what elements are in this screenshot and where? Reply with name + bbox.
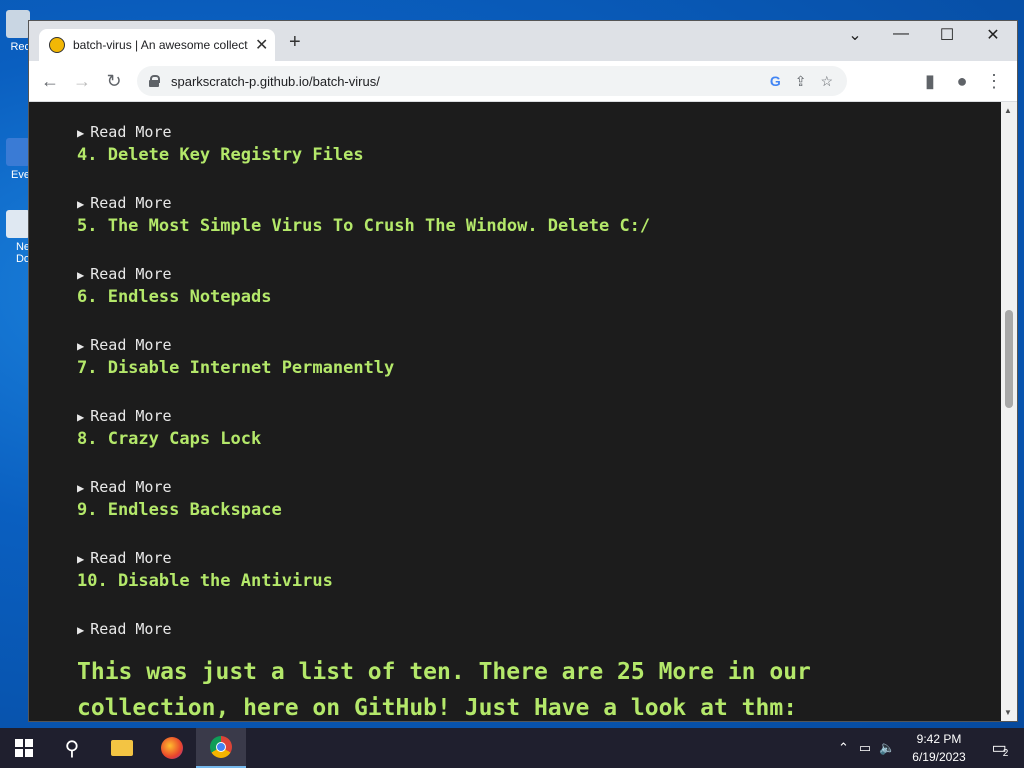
windows-logo-icon: [15, 739, 33, 757]
firefox-icon: [161, 737, 183, 759]
collection-footer-text: This was just a list of ten. There are 2…: [77, 659, 811, 721]
list-item-title: 10. Disable the Antivirus: [77, 571, 333, 591]
minimize-button[interactable]: —: [889, 25, 913, 43]
read-more-toggle[interactable]: ▶ Read More: [77, 193, 172, 212]
disclosure-triangle-icon: ▶: [77, 623, 85, 637]
side-panel-icon[interactable]: ▮: [919, 71, 941, 92]
disclosure-triangle-icon: ▶: [77, 552, 85, 566]
search-button[interactable]: ⚲: [48, 728, 96, 768]
scroll-down-icon[interactable]: ▼: [1004, 708, 1012, 717]
list-item-title: 6. Endless Notepads: [77, 287, 272, 307]
bookmark-star-icon[interactable]: ☆: [820, 73, 833, 90]
clock-date: 6/19/2023: [912, 750, 966, 764]
new-tab-button[interactable]: +: [289, 31, 301, 54]
read-more-toggle[interactable]: ▶ Read More: [77, 406, 172, 425]
list-item-title: 4. Delete Key Registry Files: [77, 145, 364, 165]
read-more-toggle[interactable]: ▶ Read More: [77, 122, 172, 141]
read-more-toggle[interactable]: ▶ Read More: [77, 548, 172, 567]
back-icon[interactable]: ←: [39, 71, 61, 92]
tab-search-icon[interactable]: ⌄: [843, 25, 867, 45]
clock-time: 9:42 PM: [916, 732, 962, 746]
url-text[interactable]: sparkscratch-p.github.io/batch-virus/: [171, 74, 770, 89]
share-icon[interactable]: ⇪: [795, 73, 807, 90]
notification-center-button[interactable]: ▭ 2: [980, 728, 1020, 768]
tab-batch-virus[interactable]: batch-virus | An awesome collect ✕: [39, 29, 275, 61]
list-item-title: 9. Endless Backspace: [77, 500, 282, 520]
forward-icon[interactable]: →: [71, 71, 93, 92]
disclosure-triangle-icon: ▶: [77, 339, 85, 353]
read-more-toggle[interactable]: ▶ Read More: [77, 619, 172, 638]
reload-icon[interactable]: ↻: [103, 71, 125, 92]
chrome-icon: [210, 736, 232, 758]
firefox-button[interactable]: [148, 728, 196, 768]
volume-muted-icon[interactable]: 🔈: [879, 740, 895, 756]
disclosure-triangle-icon: ▶: [77, 268, 85, 282]
chrome-button[interactable]: [196, 728, 246, 768]
start-button[interactable]: [0, 728, 48, 768]
menu-kebab-icon[interactable]: ⋮: [983, 71, 1005, 92]
disclosure-triangle-icon: ▶: [77, 410, 85, 424]
file-explorer-icon: [111, 740, 133, 756]
disclosure-triangle-icon: ▶: [77, 481, 85, 495]
document-icon[interactable]: Ne Do: [0, 210, 30, 265]
maximize-button[interactable]: ☐: [935, 25, 959, 45]
page-content: ▶ Read More 4. Delete Key Registry Files …: [29, 102, 1001, 721]
search-icon: ⚲: [64, 737, 80, 760]
browser-toolbar: ← → ↻ sparkscratch-p.github.io/batch-vir…: [29, 61, 1017, 102]
profile-avatar-icon[interactable]: ●: [951, 71, 973, 92]
read-more-toggle[interactable]: ▶ Read More: [77, 477, 172, 496]
read-more-toggle[interactable]: ▶ Read More: [77, 264, 172, 283]
taskbar: ⚲ ⌃ ▭ 🔈 9:42 PM 6/19/2023 ▭ 2: [0, 728, 1024, 768]
scrollbar-thumb[interactable]: [1005, 310, 1013, 408]
close-window-button[interactable]: ✕: [981, 25, 1005, 45]
clock[interactable]: 9:42 PM 6/19/2023: [904, 730, 974, 766]
notification-count-badge: 2: [1002, 747, 1009, 759]
page-scrollbar[interactable]: ▲ ▼: [1001, 102, 1017, 721]
tab-title: batch-virus | An awesome collect: [73, 38, 248, 52]
disclosure-triangle-icon: ▶: [77, 197, 85, 211]
browser-window: batch-virus | An awesome collect ✕ + ⌄ —…: [28, 20, 1018, 722]
list-item-title: 7. Disable Internet Permanently: [77, 358, 395, 378]
file-explorer-button[interactable]: [98, 728, 146, 768]
batch-virus-favicon-icon: [49, 37, 65, 53]
disclosure-triangle-icon: ▶: [77, 126, 85, 140]
app-shortcut-icon[interactable]: Eve: [0, 138, 30, 181]
close-tab-icon[interactable]: ✕: [255, 35, 268, 55]
read-more-toggle[interactable]: ▶ Read More: [77, 335, 172, 354]
network-icon[interactable]: ▭: [859, 740, 871, 756]
list-item-title: 5. The Most Simple Virus To Crush The Wi…: [77, 216, 651, 236]
lock-icon[interactable]: [149, 75, 160, 87]
show-hidden-icons-icon[interactable]: ⌃: [838, 740, 849, 756]
system-tray: ⌃ ▭ 🔈: [838, 728, 895, 768]
address-bar[interactable]: sparkscratch-p.github.io/batch-virus/ G …: [137, 66, 847, 96]
tab-bar: batch-virus | An awesome collect ✕ + ⌄ —…: [29, 21, 1017, 61]
list-item-title: 8. Crazy Caps Lock: [77, 429, 262, 449]
scroll-up-icon[interactable]: ▲: [1004, 106, 1012, 115]
recycle-bin-icon[interactable]: Rec: [0, 10, 30, 53]
google-translate-icon[interactable]: G: [770, 73, 781, 89]
